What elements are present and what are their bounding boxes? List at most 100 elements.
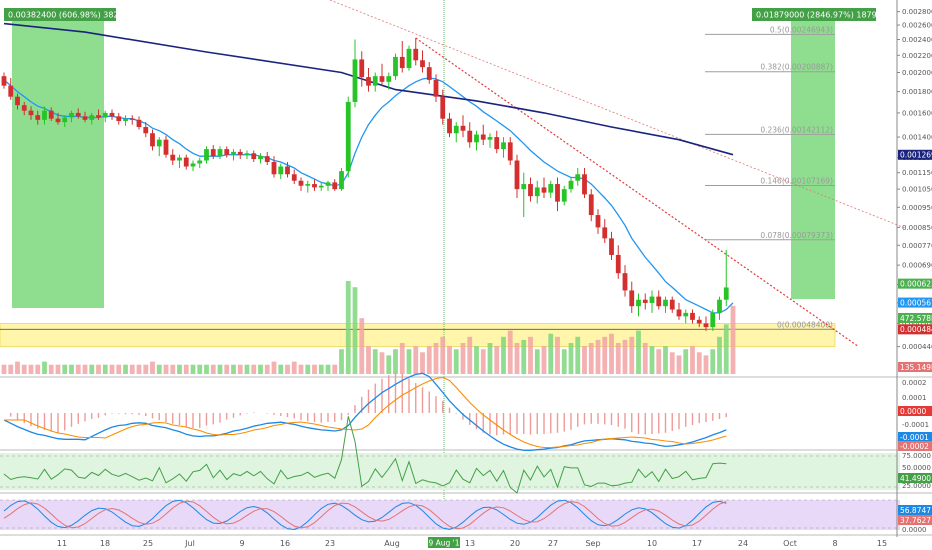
volume-bar <box>541 346 547 374</box>
volume-bar <box>217 364 223 374</box>
candle[interactable] <box>345 96 351 178</box>
candle-body <box>204 149 209 161</box>
volume-bar <box>433 343 439 374</box>
volume-bar <box>575 336 581 374</box>
volume-bar <box>393 349 398 374</box>
candle-body <box>602 227 608 239</box>
time-tick-label: Jul <box>184 539 195 548</box>
candle-body <box>210 149 216 157</box>
volume-bar <box>555 336 560 374</box>
candle-body <box>561 189 567 202</box>
candle-body <box>420 60 425 68</box>
volume-bar <box>622 339 628 374</box>
volume-bar <box>696 352 702 374</box>
rsi-tick-label: 75.0000 <box>902 452 931 460</box>
candle-body <box>285 166 290 175</box>
candle[interactable] <box>406 45 412 71</box>
volume-bar <box>291 361 297 374</box>
candle-body <box>345 101 351 172</box>
volume-bar <box>210 364 216 374</box>
candle-body <box>588 194 594 216</box>
volume-bar <box>426 346 432 374</box>
candle-body <box>433 79 439 97</box>
volume-bar <box>109 364 115 374</box>
volume-bar <box>271 361 277 374</box>
volume-bar <box>494 346 500 374</box>
candle-body <box>55 118 61 123</box>
fib-label: 0.5(0.00246943) <box>770 25 833 34</box>
volume-bar <box>156 364 162 374</box>
volume-bar <box>663 346 668 374</box>
rsi-band <box>0 453 900 490</box>
volume-bar <box>352 287 358 374</box>
price-tag-text: 472.578K <box>900 314 932 323</box>
volume-bar <box>55 364 61 374</box>
rsi-tick-label: 25.0000 <box>902 482 931 490</box>
volume-bar <box>96 364 101 374</box>
candle-body <box>82 116 88 120</box>
time-tick-label: 16 <box>280 539 290 548</box>
candle[interactable] <box>339 168 344 191</box>
price-tick-label: 0.00085000 <box>902 224 932 232</box>
price-tag-text: 41.4900 <box>900 474 931 483</box>
candle-body <box>251 153 257 160</box>
candle-body <box>494 137 500 150</box>
candle-body <box>190 163 196 167</box>
candle-body <box>696 319 702 324</box>
candle-body <box>278 166 284 175</box>
candle-body <box>663 299 668 307</box>
price-tag-text: 0.0000 <box>900 407 926 416</box>
trading-chart[interactable]: 0.5(0.00246943) 0.382(0.00200887) 0.236(0.… <box>0 0 932 550</box>
candle-body <box>305 184 311 186</box>
volume-bar <box>487 343 493 374</box>
price-tick-label: 0.00220000 <box>902 52 932 60</box>
volume-bar <box>656 349 662 374</box>
candle-body <box>703 323 709 328</box>
candle-body <box>62 117 68 123</box>
volume-bar <box>190 364 196 374</box>
candle-body <box>102 112 108 118</box>
candle-body <box>710 312 716 328</box>
candle-body <box>723 287 729 300</box>
volume-bar <box>474 346 479 374</box>
price-tag-text: 0.00048400 <box>900 325 932 334</box>
volume-bar <box>636 330 641 374</box>
volume-bar <box>372 349 378 374</box>
candle-body <box>555 184 560 202</box>
volume-bar <box>258 364 263 374</box>
price-tag-text: 0.00126959 <box>900 151 932 160</box>
rsi-tick-label: 50.0000 <box>902 464 931 472</box>
volume-bar <box>312 364 317 374</box>
time-tick-label: 9 <box>239 539 244 548</box>
candle-body <box>264 156 270 162</box>
candle-body <box>170 154 176 161</box>
price-tag-text: 56.8747 <box>900 506 931 515</box>
candle-body <box>717 299 722 313</box>
volume-bar <box>224 364 230 374</box>
price-tick-label: 0.00180000 <box>902 88 932 96</box>
candle-body <box>366 77 371 86</box>
volume-bar <box>150 361 155 374</box>
candle-body <box>237 151 243 155</box>
candle[interactable] <box>393 53 398 80</box>
macd-tick-label: 0.0001 <box>902 394 927 402</box>
candle-body <box>676 309 682 317</box>
price-tick-label: 0.00105000 <box>902 186 932 194</box>
volume-bar <box>359 318 365 374</box>
volume-bar <box>507 330 513 374</box>
candle-body <box>642 299 648 303</box>
candle-body <box>183 157 189 167</box>
price-tick-label: 0.00200000 <box>902 69 932 77</box>
candle-body <box>123 118 128 122</box>
candle-body <box>386 76 392 82</box>
volume-bar <box>386 355 392 374</box>
volume-bar <box>379 352 385 374</box>
price-tick-label: 0.00260000 <box>902 22 932 30</box>
volume-bar <box>447 346 452 374</box>
volume-bar <box>399 343 405 374</box>
volume-bar <box>588 343 594 374</box>
candle-body <box>487 137 493 140</box>
volume-bar <box>345 281 351 374</box>
candle-body <box>75 112 81 117</box>
candle-body <box>534 187 540 197</box>
